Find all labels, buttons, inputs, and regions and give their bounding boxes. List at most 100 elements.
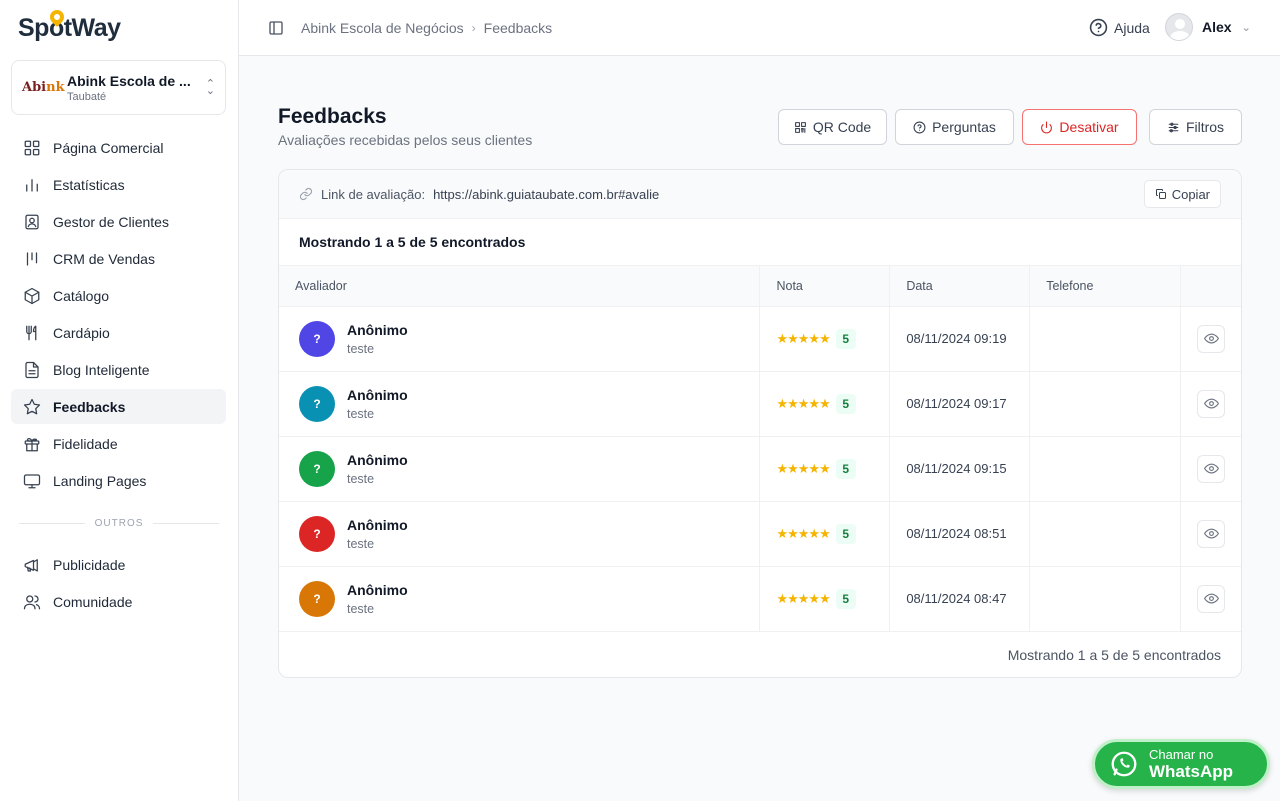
cell-data: 08/11/2024 09:17 bbox=[889, 371, 1031, 437]
view-button[interactable] bbox=[1197, 324, 1225, 353]
reviewer-comment: teste bbox=[347, 601, 375, 616]
eye-icon bbox=[1203, 398, 1219, 409]
cell-avaliador: ? Anônimo teste bbox=[279, 436, 761, 502]
sidebar-item-cardapio[interactable]: Cardápio bbox=[11, 315, 226, 350]
cell-actions bbox=[1180, 566, 1241, 632]
score-badge: 5 bbox=[835, 588, 856, 609]
user-menu[interactable]: Alex ⌄ bbox=[1165, 13, 1251, 41]
monitor-icon bbox=[23, 473, 41, 488]
sidebar-item-label: Blog Inteligente bbox=[53, 361, 150, 378]
sidebar-item-publicidade[interactable]: Publicidade bbox=[11, 547, 226, 582]
reviewer-avatar: ? bbox=[299, 515, 335, 552]
sidebar-item-crm-vendas[interactable]: CRM de Vendas bbox=[11, 241, 226, 276]
chevron-updown-icon: ⌃ ⌄ bbox=[205, 77, 215, 97]
table-row: ? Anônimo teste ★★★★★ 5 08/11/2024 09:17 bbox=[279, 371, 1241, 437]
sidebar-item-label: Cardápio bbox=[53, 324, 110, 341]
perguntas-button[interactable]: Perguntas bbox=[895, 109, 1014, 145]
users-icon bbox=[23, 594, 41, 609]
review-link-url[interactable]: https://abink.guiataubate.com.br#avalie bbox=[433, 187, 659, 202]
cell-data: 08/11/2024 09:19 bbox=[889, 306, 1031, 372]
whatsapp-button[interactable]: Chamar no WhatsApp bbox=[1092, 739, 1270, 789]
other-nav: Publicidade Comunidade bbox=[11, 547, 226, 621]
business-name: Abink Escola de ... bbox=[67, 72, 191, 89]
sidebar-item-fidelidade[interactable]: Fidelidade bbox=[11, 426, 226, 461]
feedbacks-table: Avaliador Nota Data Telefone ? Anônimo t… bbox=[279, 266, 1241, 632]
sidebar-item-pagina-comercial[interactable]: Página Comercial bbox=[11, 130, 226, 165]
sidebar-item-blog[interactable]: Blog Inteligente bbox=[11, 352, 226, 387]
results-count-top: Mostrando 1 a 5 de 5 encontrados bbox=[279, 219, 1241, 266]
view-button[interactable] bbox=[1197, 519, 1225, 548]
sidebar-item-label: Catálogo bbox=[53, 287, 110, 304]
cell-avaliador: ? Anônimo teste bbox=[279, 371, 761, 437]
sliders-icon bbox=[1168, 122, 1179, 132]
sidebar-item-label: Página Comercial bbox=[53, 139, 164, 156]
cell-actions bbox=[1180, 371, 1241, 437]
sidebar-item-label: Landing Pages bbox=[53, 472, 147, 489]
rating-stars-icon: ★★★★★ bbox=[776, 330, 830, 346]
star-icon bbox=[23, 398, 41, 414]
reviewer-name: Anônimo bbox=[347, 321, 408, 338]
sidebar-item-catalogo[interactable]: Catálogo bbox=[11, 278, 226, 313]
business-switcher[interactable]: Abi nk Abink Escola de ... Taubaté ⌃ ⌄ bbox=[11, 60, 226, 115]
help-button[interactable]: Ajuda bbox=[1089, 18, 1150, 37]
results-count-bottom: Mostrando 1 a 5 de 5 encontrados bbox=[1007, 646, 1221, 663]
cell-actions bbox=[1180, 501, 1241, 567]
reviewer-name: Anônimo bbox=[347, 451, 408, 468]
table-header-row: Avaliador Nota Data Telefone bbox=[279, 266, 1241, 307]
desativar-button[interactable]: Desativar bbox=[1022, 109, 1137, 145]
review-link-bar: Link de avaliação: https://abink.guiatau… bbox=[279, 170, 1241, 219]
column-telefone: Telefone bbox=[1029, 266, 1181, 307]
cell-data: 08/11/2024 08:47 bbox=[889, 566, 1031, 632]
main-nav: Página Comercial Estatísticas Gestor de … bbox=[11, 130, 226, 500]
reviewer-comment: teste bbox=[347, 341, 375, 356]
table-row: ? Anônimo teste ★★★★★ 5 08/11/2024 08:51 bbox=[279, 501, 1241, 567]
filtros-button[interactable]: Filtros bbox=[1149, 109, 1242, 145]
power-icon bbox=[1041, 121, 1053, 133]
sidebar-item-landing-pages[interactable]: Landing Pages bbox=[11, 463, 226, 498]
reviewer-avatar: ? bbox=[299, 320, 335, 357]
whatsapp-line1: Chamar no bbox=[1149, 746, 1214, 762]
user-name: Alex bbox=[1202, 19, 1232, 35]
page-title: Feedbacks bbox=[278, 105, 387, 128]
score-badge: 5 bbox=[835, 458, 856, 479]
cell-actions bbox=[1180, 436, 1241, 502]
sidebar-item-estatisticas[interactable]: Estatísticas bbox=[11, 167, 226, 202]
view-button[interactable] bbox=[1197, 389, 1225, 418]
copy-button[interactable]: Copiar bbox=[1143, 180, 1221, 208]
whatsapp-icon bbox=[1111, 751, 1137, 777]
sidebar-item-comunidade[interactable]: Comunidade bbox=[11, 584, 226, 619]
sidebar-item-label: Comunidade bbox=[53, 593, 133, 610]
cell-telefone bbox=[1029, 371, 1181, 437]
sidebar-item-label: CRM de Vendas bbox=[53, 250, 155, 267]
sidebar-item-feedbacks[interactable]: Feedbacks bbox=[11, 389, 226, 424]
sidebar-item-label: Estatísticas bbox=[53, 176, 125, 193]
sidebar-toggle-icon[interactable] bbox=[268, 20, 284, 36]
cell-nota: ★★★★★ 5 bbox=[759, 566, 891, 632]
reviewer-avatar: ? bbox=[299, 385, 335, 422]
table-row: ? Anônimo teste ★★★★★ 5 08/11/2024 09:15 bbox=[279, 436, 1241, 502]
breadcrumb-separator-icon: › bbox=[471, 21, 476, 35]
location-pin-icon bbox=[47, 6, 67, 27]
spotway-logo[interactable]: Sp o tWay bbox=[18, 6, 121, 46]
column-actions bbox=[1180, 266, 1241, 307]
score-badge: 5 bbox=[835, 393, 856, 414]
reviewer-name: Anônimo bbox=[347, 516, 408, 533]
grid-icon bbox=[24, 140, 40, 155]
view-button[interactable] bbox=[1197, 454, 1225, 483]
bar-chart-icon bbox=[26, 178, 38, 192]
gift-icon bbox=[24, 437, 40, 451]
table-row: ? Anônimo teste ★★★★★ 5 08/11/2024 09:19 bbox=[279, 306, 1241, 372]
reviewer-name: Anônimo bbox=[347, 386, 408, 403]
sidebar-item-gestor-clientes[interactable]: Gestor de Clientes bbox=[11, 204, 226, 239]
utensils-icon bbox=[26, 325, 37, 340]
top-header: Abink Escola de Negócios › Feedbacks Aju… bbox=[239, 0, 1280, 56]
cell-data: 08/11/2024 08:51 bbox=[889, 501, 1031, 567]
breadcrumb-business[interactable]: Abink Escola de Negócios bbox=[301, 20, 464, 36]
review-link-label: Link de avaliação: bbox=[321, 186, 426, 202]
qrcode-button[interactable]: QR Code bbox=[778, 109, 887, 145]
cell-avaliador: ? Anônimo teste bbox=[279, 501, 761, 567]
business-city: Taubaté bbox=[67, 90, 107, 103]
view-button[interactable] bbox=[1197, 584, 1225, 613]
avatar bbox=[1165, 13, 1193, 41]
sidebar-item-label: Feedbacks bbox=[53, 398, 126, 415]
